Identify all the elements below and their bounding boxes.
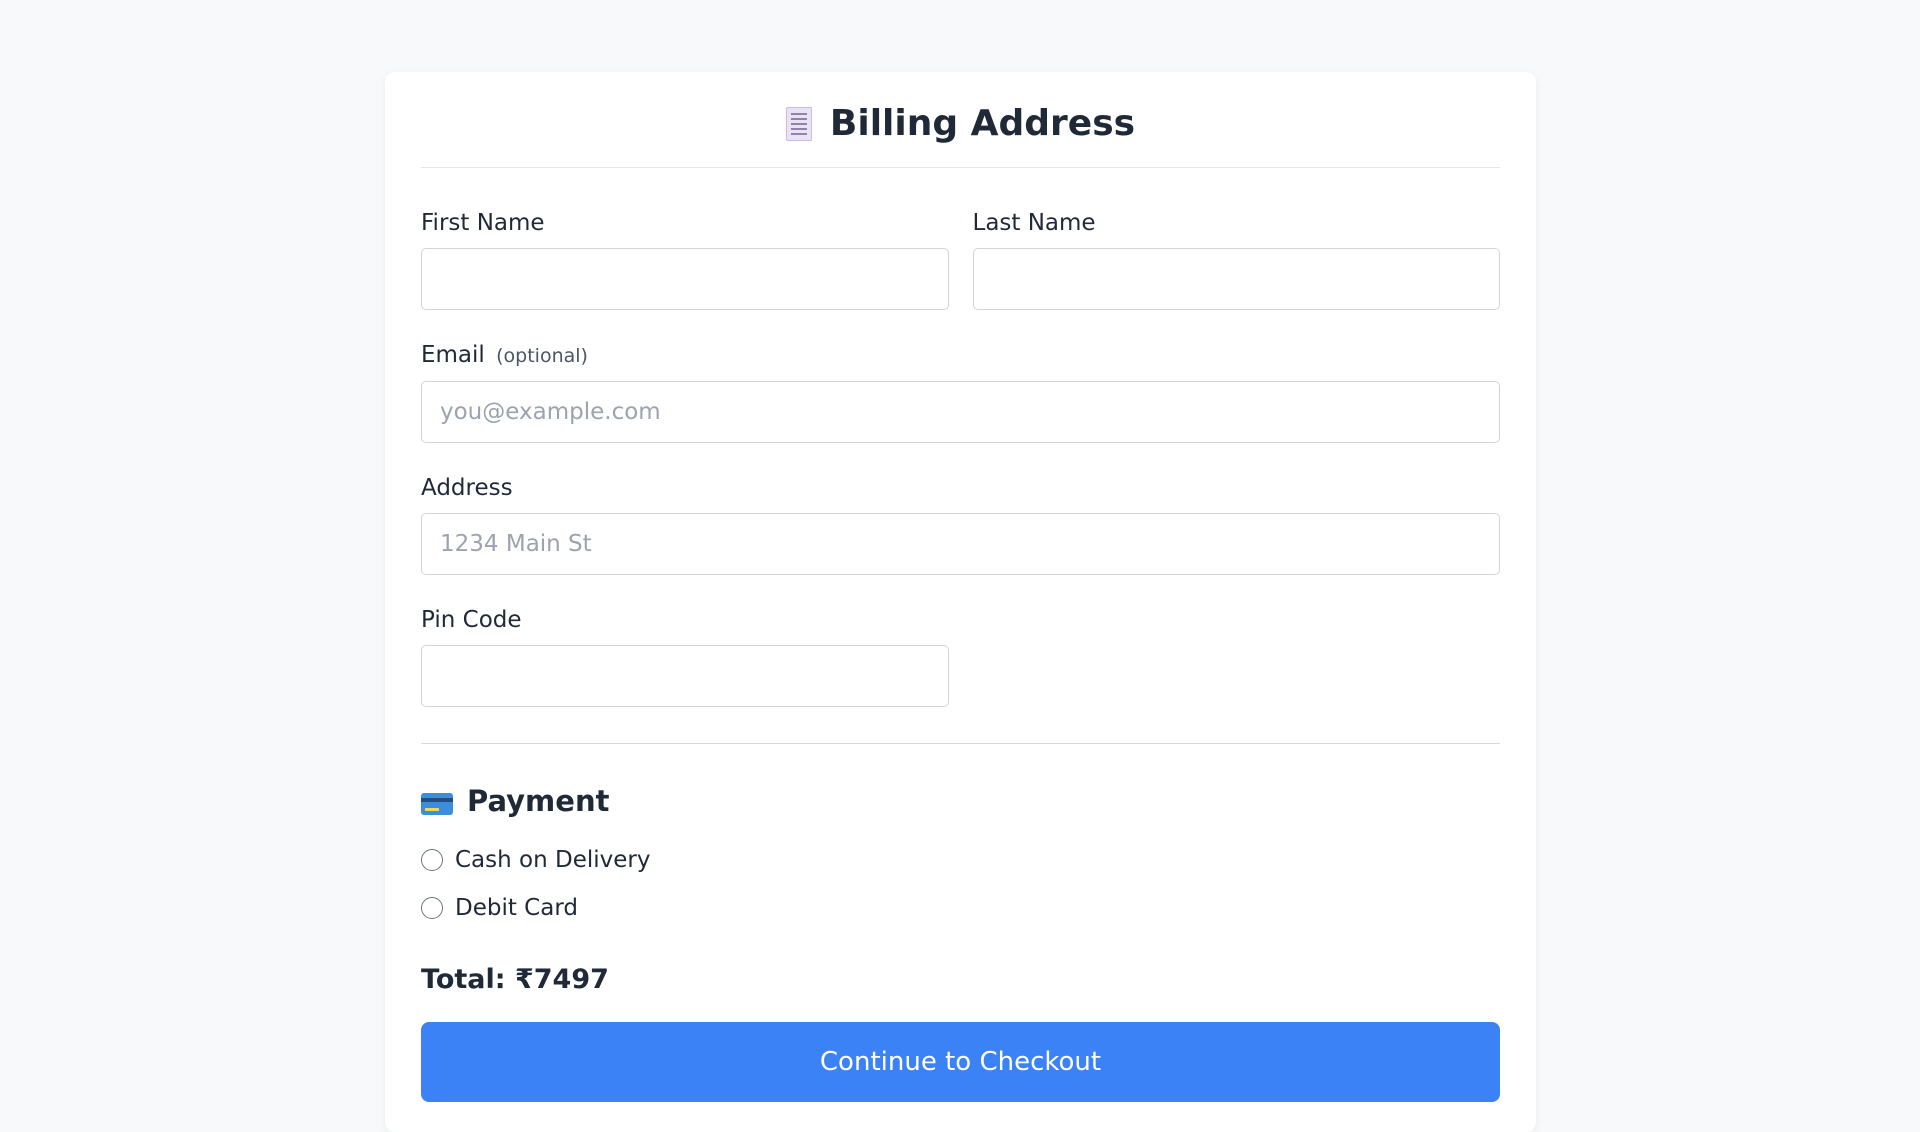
pin-code-label: Pin Code — [421, 607, 522, 633]
pin-code-group: Pin Code — [421, 605, 949, 707]
optional-note: (optional) — [496, 345, 588, 367]
first-name-label: First Name — [421, 210, 545, 236]
payment-title: Payment — [467, 784, 610, 818]
payment-option-label: Debit Card — [455, 895, 578, 921]
email-group: Email (optional) — [421, 340, 1500, 443]
section-divider — [421, 743, 1500, 744]
last-name-group: Last Name — [972, 208, 1500, 310]
address-label: Address — [421, 475, 513, 501]
pin-code-input[interactable] — [421, 645, 949, 707]
header: Billing Address — [421, 72, 1500, 168]
email-label: Email — [421, 342, 485, 368]
order-total: Total: ₹7497 — [421, 964, 609, 995]
credit-card-icon — [421, 793, 453, 815]
continue-to-checkout-button[interactable]: Continue to Checkout — [421, 1022, 1500, 1102]
radio-button[interactable] — [421, 897, 443, 919]
first-name-group: First Name — [421, 208, 949, 310]
payment-option-label: Cash on Delivery — [455, 847, 651, 873]
billing-form: First Name Last Name Email (optional) Ad… — [421, 168, 1500, 1102]
payment-option-debit-card[interactable]: Debit Card — [421, 884, 1500, 932]
receipt-icon — [785, 106, 812, 141]
pin-row: Pin Code — [421, 605, 1500, 737]
name-row: First Name Last Name — [421, 208, 1500, 340]
last-name-input[interactable] — [972, 248, 1500, 310]
last-name-label: Last Name — [972, 210, 1096, 236]
page-title: Billing Address — [829, 103, 1136, 144]
billing-card: Billing Address First Name Last Name Ema… — [385, 72, 1536, 1132]
radio-button[interactable] — [421, 849, 443, 871]
payment-header: Payment — [421, 784, 1500, 818]
payment-option-cod[interactable]: Cash on Delivery — [421, 836, 1500, 884]
address-group: Address — [421, 473, 1500, 575]
email-input[interactable] — [421, 381, 1500, 443]
first-name-input[interactable] — [421, 248, 949, 310]
email-label-wrap: Email (optional) — [421, 340, 1500, 371]
address-input[interactable] — [421, 513, 1500, 575]
